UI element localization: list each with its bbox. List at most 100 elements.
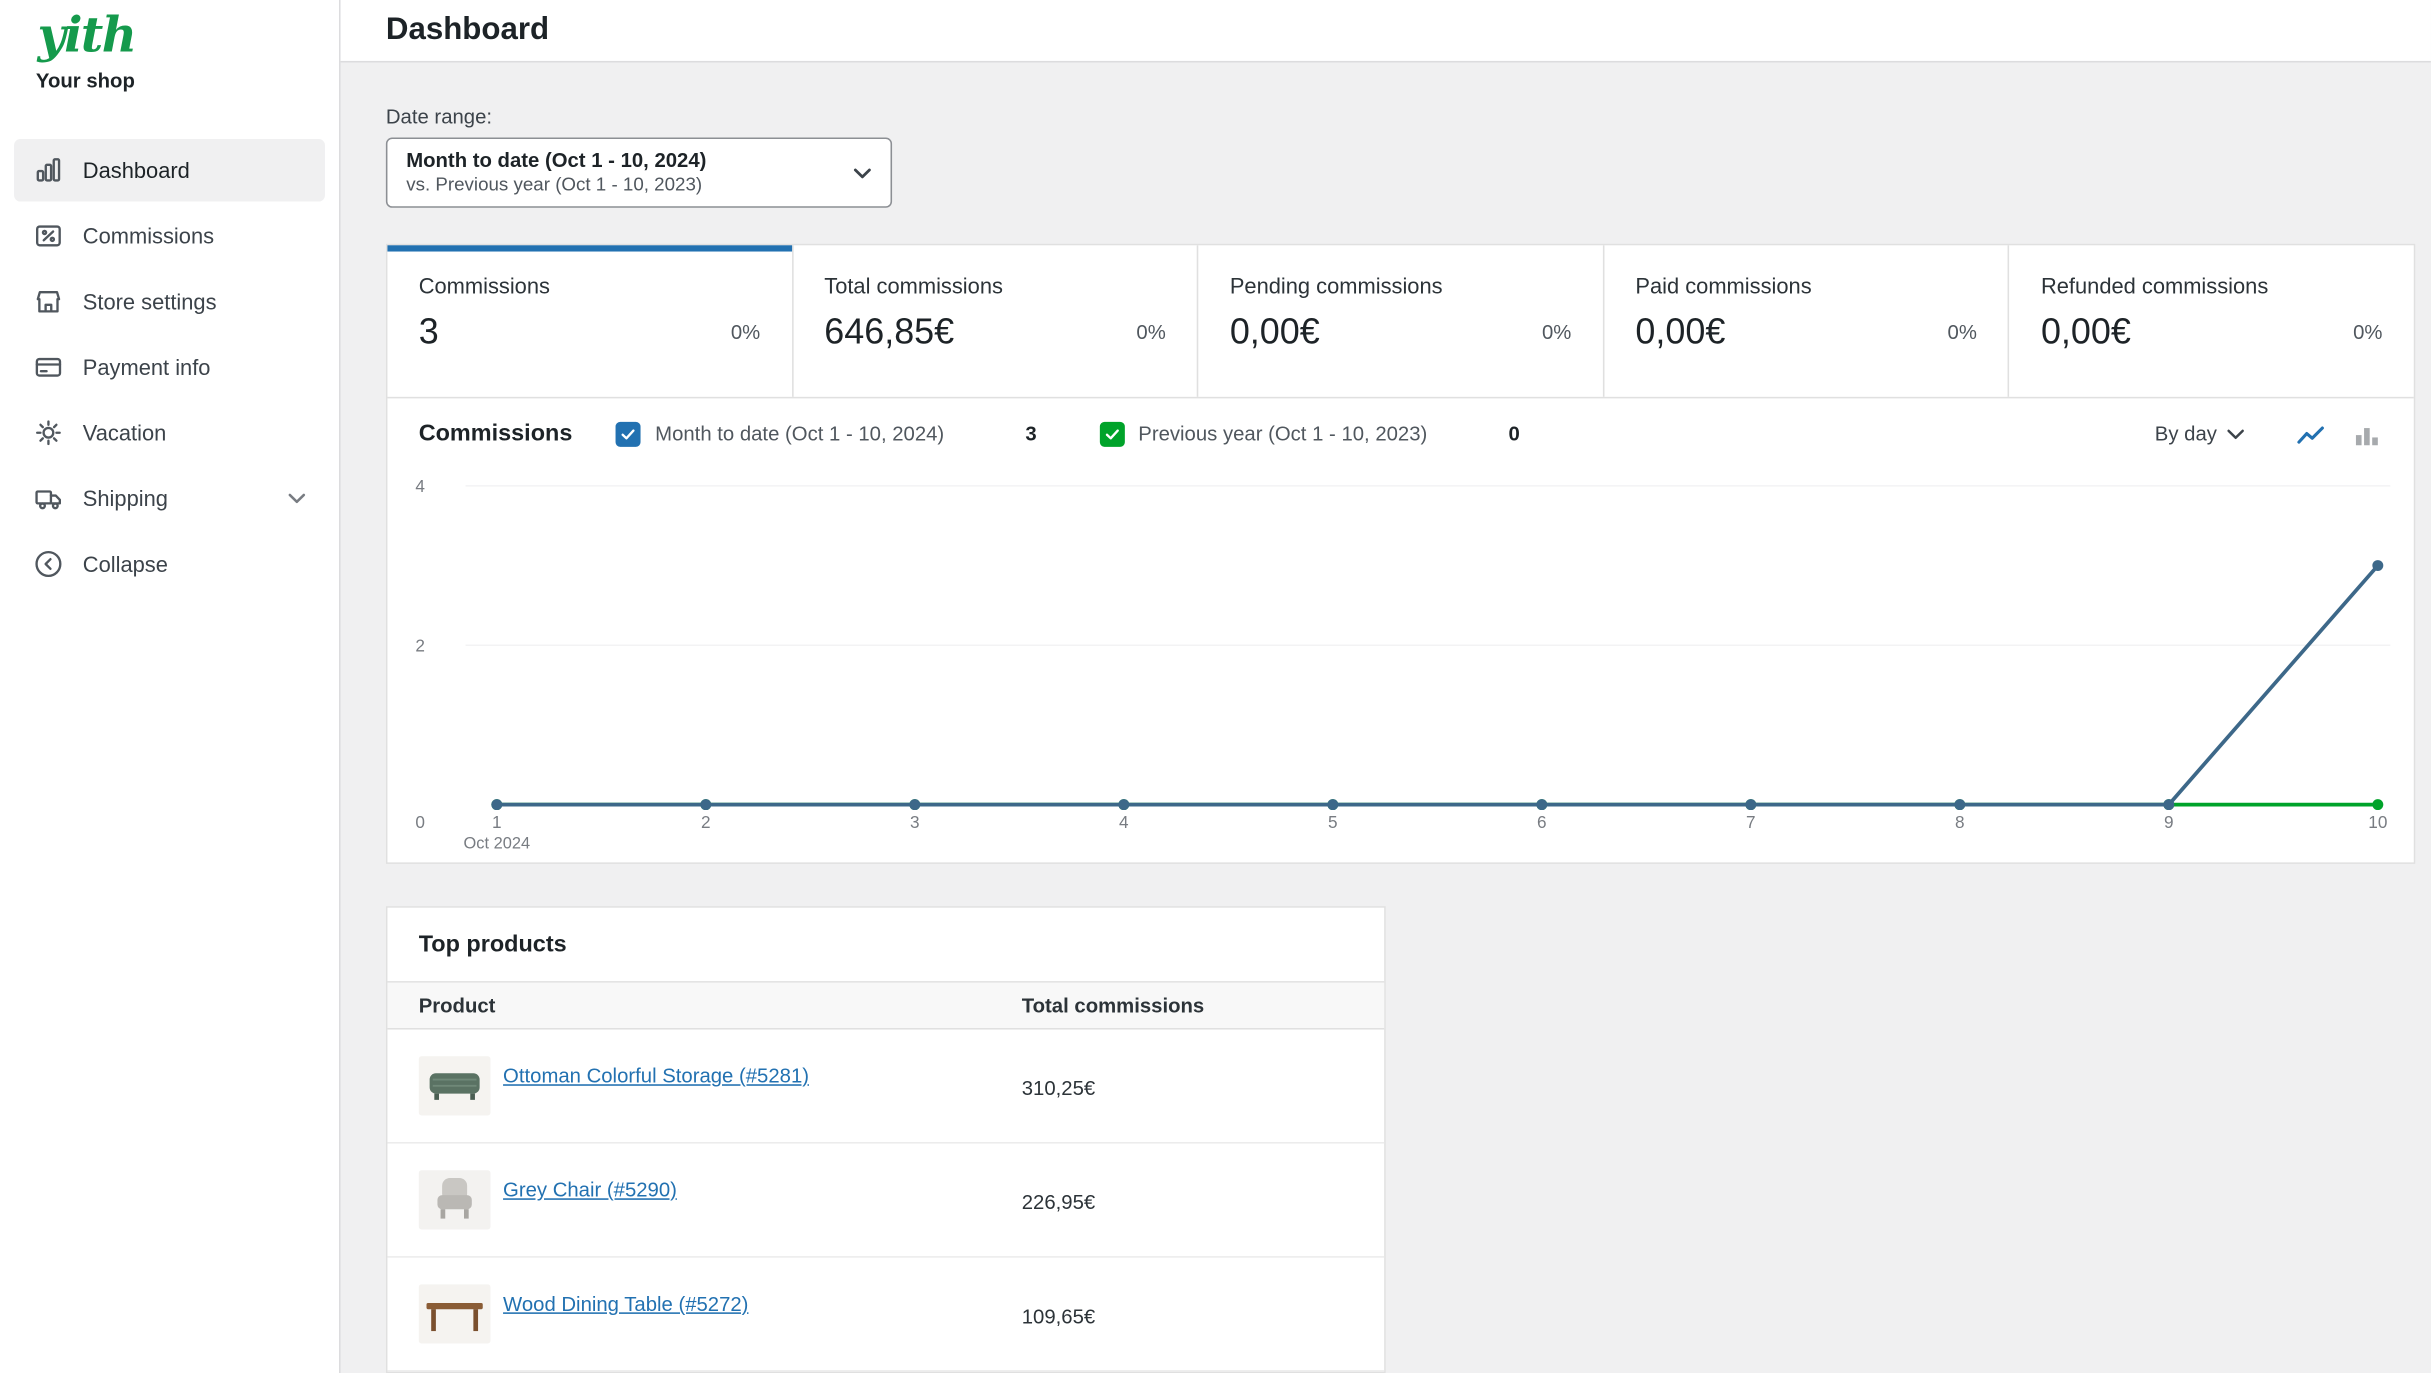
svg-text:7: 7 xyxy=(1746,812,1756,832)
stat-tab-refunded-commissions[interactable]: Refunded commissions 0,00€ 0% xyxy=(2010,245,2414,397)
date-range-primary: Month to date (Oct 1 - 10, 2024) xyxy=(406,148,706,173)
sidebar-item-store-settings[interactable]: Store settings xyxy=(14,270,325,332)
stat-label: Paid commissions xyxy=(1635,273,1977,298)
chart-header: Commissions Month to date (Oct 1 - 10, 2… xyxy=(387,397,2413,469)
current-period-value: 3 xyxy=(1025,422,1036,445)
stat-label: Commissions xyxy=(419,273,761,298)
svg-text:6: 6 xyxy=(1537,812,1547,832)
stats-chart-card: Commissions 3 0% Total commissions 646,8… xyxy=(386,244,2415,864)
chevron-down-icon xyxy=(853,166,872,178)
stat-label: Total commissions xyxy=(824,273,1166,298)
column-product: Product xyxy=(419,994,1022,1017)
product-cell: Ottoman Colorful Storage (#5281) xyxy=(419,1056,1022,1115)
chart-tools: By day xyxy=(2155,418,2383,449)
topbar: Dashboard xyxy=(341,0,2431,62)
content: Date range: Month to date (Oct 1 - 10, 2… xyxy=(341,62,2431,1373)
svg-text:8: 8 xyxy=(1955,812,1965,832)
chart-title: Commissions xyxy=(419,420,573,447)
stat-tab-total-commissions[interactable]: Total commissions 646,85€ 0% xyxy=(793,245,1199,397)
product-thumbnail-ottoman xyxy=(419,1056,491,1115)
sidebar-item-label: Dashboard xyxy=(83,158,190,183)
product-link[interactable]: Wood Dining Table (#5272) xyxy=(503,1292,748,1315)
sidebar-item-payment-info[interactable]: Payment info xyxy=(14,336,325,398)
stat-tab-paid-commissions[interactable]: Paid commissions 0,00€ 0% xyxy=(1604,245,2010,397)
stat-value: 0,00€ xyxy=(2041,311,2131,353)
stat-value: 0,00€ xyxy=(1635,311,1725,353)
main-area: Dashboard Date range: Month to date (Oct… xyxy=(341,0,2431,1373)
sidebar-item-vacation[interactable]: Vacation xyxy=(14,402,325,464)
current-period-label: Month to date (Oct 1 - 10, 2024) xyxy=(655,422,944,445)
svg-text:1: 1 xyxy=(492,812,502,832)
product-thumbnail-table xyxy=(419,1284,491,1343)
check-icon xyxy=(619,424,638,443)
product-total: 109,65€ xyxy=(1022,1305,1353,1328)
sidebar-item-dashboard[interactable]: Dashboard xyxy=(14,139,325,201)
svg-text:5: 5 xyxy=(1328,812,1338,832)
store-icon xyxy=(33,286,64,317)
top-products-title: Top products xyxy=(387,908,1384,983)
check-icon xyxy=(1102,424,1121,443)
current-period-checkbox[interactable] xyxy=(616,421,641,446)
stat-delta: 0% xyxy=(1136,320,1165,343)
svg-text:9: 9 xyxy=(2164,812,2174,832)
collapse-circle-icon xyxy=(33,549,64,580)
stat-delta: 0% xyxy=(1542,320,1571,343)
table-row: Ottoman Colorful Storage (#5281) 310,25€ xyxy=(387,1030,1384,1144)
product-cell: Wood Dining Table (#5272) xyxy=(419,1284,1022,1343)
sidebar-item-collapse[interactable]: Collapse xyxy=(14,533,325,595)
product-link[interactable]: Grey Chair (#5290) xyxy=(503,1178,677,1201)
sidebar-item-commissions[interactable]: Commissions xyxy=(14,205,325,267)
chevron-down-icon xyxy=(287,492,306,504)
svg-text:10: 10 xyxy=(2368,812,2387,832)
stat-tab-pending-commissions[interactable]: Pending commissions 0,00€ 0% xyxy=(1199,245,1605,397)
sidebar-item-label: Vacation xyxy=(83,420,167,445)
chevron-down-icon xyxy=(2226,427,2245,439)
stat-delta: 0% xyxy=(731,320,760,343)
dashboard-chart-icon xyxy=(33,155,64,186)
product-total: 310,25€ xyxy=(1022,1076,1353,1099)
shop-label: Your shop xyxy=(0,63,339,93)
sidebar-item-label: Shipping xyxy=(83,486,168,511)
date-range-text: Month to date (Oct 1 - 10, 2024) vs. Pre… xyxy=(406,148,706,196)
svg-text:2: 2 xyxy=(415,635,425,655)
stat-value: 0,00€ xyxy=(1230,311,1320,353)
sidebar-item-label: Commissions xyxy=(83,224,214,249)
top-products-header: Product Total commissions xyxy=(387,983,1384,1030)
commissions-line-chart: 02412345678910Oct 2024 xyxy=(387,469,2413,863)
yith-logo: yith xyxy=(0,0,339,63)
previous-period-label: Previous year (Oct 1 - 10, 2023) xyxy=(1138,422,1427,445)
stat-value: 646,85€ xyxy=(824,311,954,353)
bar-chart-icon[interactable] xyxy=(2351,418,2382,449)
top-products-card: Top products Product Total commissions xyxy=(386,906,1386,1373)
stat-tab-commissions[interactable]: Commissions 3 0% xyxy=(387,245,793,397)
sidebar-nav: Dashboard Commissions Store settings xyxy=(0,139,339,595)
stat-label: Refunded commissions xyxy=(2041,273,2383,298)
app-root: yith Your shop Dashboard Commissions xyxy=(0,0,2431,1373)
product-link[interactable]: Ottoman Colorful Storage (#5281) xyxy=(503,1064,809,1087)
line-chart-icon[interactable] xyxy=(2295,418,2326,449)
stat-label: Pending commissions xyxy=(1230,273,1572,298)
sidebar-item-shipping[interactable]: Shipping xyxy=(14,467,325,529)
commissions-icon xyxy=(33,220,64,251)
sidebar-item-label: Collapse xyxy=(83,552,168,577)
previous-period-checkbox[interactable] xyxy=(1099,421,1124,446)
sun-icon xyxy=(33,417,64,448)
page-title: Dashboard xyxy=(386,12,549,48)
interval-selector[interactable]: By day xyxy=(2155,422,2245,445)
truck-icon xyxy=(33,483,64,514)
previous-period-toggle: Previous year (Oct 1 - 10, 2023) 0 xyxy=(1099,421,1520,446)
svg-text:Oct 2024: Oct 2024 xyxy=(464,834,531,852)
product-total: 226,95€ xyxy=(1022,1190,1353,1213)
sidebar-item-label: Store settings xyxy=(83,289,217,314)
column-total-commissions: Total commissions xyxy=(1022,994,1353,1017)
current-period-toggle: Month to date (Oct 1 - 10, 2024) 3 xyxy=(616,421,1037,446)
sidebar: yith Your shop Dashboard Commissions xyxy=(0,0,341,1373)
svg-text:0: 0 xyxy=(415,812,425,832)
table-row: Grey Chair (#5290) 226,95€ xyxy=(387,1144,1384,1258)
previous-period-value: 0 xyxy=(1509,422,1520,445)
date-range-select[interactable]: Month to date (Oct 1 - 10, 2024) vs. Pre… xyxy=(386,137,892,207)
interval-label: By day xyxy=(2155,422,2217,445)
svg-text:4: 4 xyxy=(1119,812,1129,832)
payment-card-icon xyxy=(33,352,64,383)
stat-value: 3 xyxy=(419,311,439,353)
